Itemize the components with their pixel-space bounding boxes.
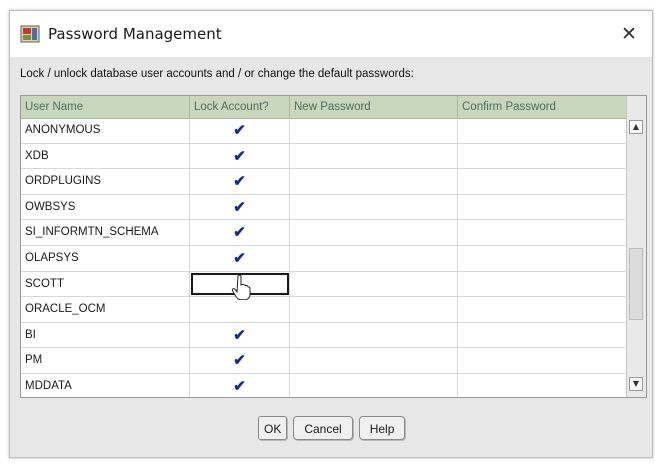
checkmark-icon: ✔ [233, 122, 246, 139]
help-button[interactable]: Help [358, 416, 406, 440]
user-name-cell: OWBSYS [21, 194, 190, 220]
table-row[interactable]: SI_INFORMTN_SCHEMA ✔ [21, 220, 628, 246]
chevron-up-icon: ▲ [632, 122, 640, 131]
table-row[interactable]: ORACLE_OCM [21, 297, 628, 323]
confirm-password-cell[interactable] [458, 169, 628, 194]
new-password-cell[interactable] [290, 143, 458, 169]
new-password-cell[interactable] [290, 271, 458, 297]
new-password-cell[interactable] [290, 322, 458, 348]
new-password-cell[interactable] [290, 220, 458, 245]
ok-button[interactable]: OK [258, 416, 288, 440]
checkmark-icon: ✔ [233, 249, 246, 267]
user-name-cell: MDDATA [21, 373, 190, 397]
lock-account-cell[interactable]: ✔ [190, 245, 290, 271]
close-icon: ✕ [621, 23, 637, 45]
checkmark-icon: ✔ [233, 224, 246, 242]
confirm-password-cell[interactable] [458, 373, 628, 397]
scroll-up-button[interactable]: ▲ [629, 120, 643, 134]
lock-account-cell[interactable]: ✔ [190, 118, 290, 143]
lock-account-cell[interactable]: ✔ [190, 220, 290, 245]
checkmark-icon: ✔ [233, 173, 246, 191]
column-header-confirm-password[interactable]: Confirm Password [458, 96, 628, 118]
lock-account-cell[interactable]: ✔ [190, 322, 290, 348]
confirm-password-cell[interactable] [458, 271, 628, 297]
instruction-text: Lock / unlock database user accounts and… [20, 68, 414, 80]
column-header-user-name[interactable]: User Name [21, 96, 190, 118]
hand-cursor-icon [231, 274, 251, 300]
checkmark-icon: ✔ [233, 198, 246, 216]
lock-account-cell[interactable]: ✔ [190, 169, 290, 194]
table-row[interactable]: ANONYMOUS ✔ [21, 118, 628, 144]
confirm-password-cell[interactable] [458, 143, 628, 169]
new-password-cell[interactable] [290, 348, 458, 373]
cancel-button[interactable]: Cancel [293, 416, 353, 440]
new-password-cell[interactable] [290, 169, 458, 194]
column-header-new-password[interactable]: New Password [290, 96, 458, 118]
user-name-cell: ANONYMOUS [21, 118, 190, 143]
table-header: User Name Lock Account? New Password Con… [21, 96, 628, 119]
close-button[interactable]: ✕ [618, 23, 640, 45]
vertical-scrollbar[interactable]: ▲ ▼ [626, 96, 646, 397]
table-row[interactable]: XDB ✔ [21, 143, 628, 170]
lock-account-cell[interactable]: ✔ [190, 373, 290, 397]
lock-account-cell[interactable]: ✔ [190, 194, 290, 220]
user-name-cell: PM [21, 348, 190, 373]
checkmark-icon: ✔ [233, 352, 246, 370]
user-name-cell: OLAPSYS [21, 245, 190, 271]
password-management-dialog: Password Management ✕ Lock / unlock data… [9, 10, 653, 458]
checkmark-icon: ✔ [233, 377, 246, 395]
table-row[interactable]: BI ✔ [21, 322, 628, 349]
confirm-password-cell[interactable] [458, 245, 628, 271]
user-name-cell: SI_INFORMTN_SCHEMA [21, 220, 190, 245]
button-bar: OK Cancel Help [258, 416, 406, 442]
user-name-cell: SCOTT [21, 271, 190, 297]
scroll-down-button[interactable]: ▼ [629, 377, 643, 391]
lock-account-cell-selected[interactable] [190, 271, 290, 300]
lock-account-cell[interactable]: ✔ [190, 348, 290, 373]
new-password-cell[interactable] [290, 297, 458, 322]
user-name-cell: BI [21, 322, 190, 348]
table-body: ANONYMOUS ✔ XDB ✔ ORDPLUGINS ✔ OWBSYS ✔ SI_INFOR… [21, 118, 628, 397]
confirm-password-cell[interactable] [458, 322, 628, 348]
oracle-installer-icon [20, 25, 40, 43]
table-row[interactable]: OLAPSYS ✔ [21, 245, 628, 272]
confirm-password-cell[interactable] [458, 194, 628, 220]
column-header-lock-account[interactable]: Lock Account? [190, 96, 290, 118]
new-password-cell[interactable] [290, 118, 458, 143]
confirm-password-cell[interactable] [458, 220, 628, 245]
user-name-cell: ORACLE_OCM [21, 297, 190, 322]
table-row[interactable]: OWBSYS ✔ [21, 194, 628, 221]
confirm-password-cell[interactable] [458, 348, 628, 373]
lock-account-cell[interactable]: ✔ [190, 143, 290, 169]
dialog-title: Password Management [48, 25, 222, 43]
new-password-cell[interactable] [290, 194, 458, 220]
table-row[interactable]: MDDATA ✔ [21, 373, 628, 397]
new-password-cell[interactable] [290, 245, 458, 271]
confirm-password-cell[interactable] [458, 297, 628, 322]
new-password-cell[interactable] [290, 373, 458, 397]
scroll-thumb[interactable] [629, 248, 643, 320]
title-bar: Password Management ✕ [10, 11, 652, 57]
confirm-password-cell[interactable] [458, 118, 628, 143]
chevron-down-icon: ▼ [632, 379, 640, 388]
table-row[interactable]: SCOTT [21, 271, 628, 300]
user-name-cell: XDB [21, 143, 190, 169]
checkmark-icon: ✔ [233, 147, 246, 165]
table-row[interactable]: PM ✔ [21, 348, 628, 374]
table-row[interactable]: ORDPLUGINS ✔ [21, 169, 628, 195]
accounts-table: User Name Lock Account? New Password Con… [20, 95, 647, 398]
user-name-cell: ORDPLUGINS [21, 169, 190, 194]
checkmark-icon: ✔ [233, 326, 246, 344]
lock-account-cell[interactable] [190, 297, 290, 322]
